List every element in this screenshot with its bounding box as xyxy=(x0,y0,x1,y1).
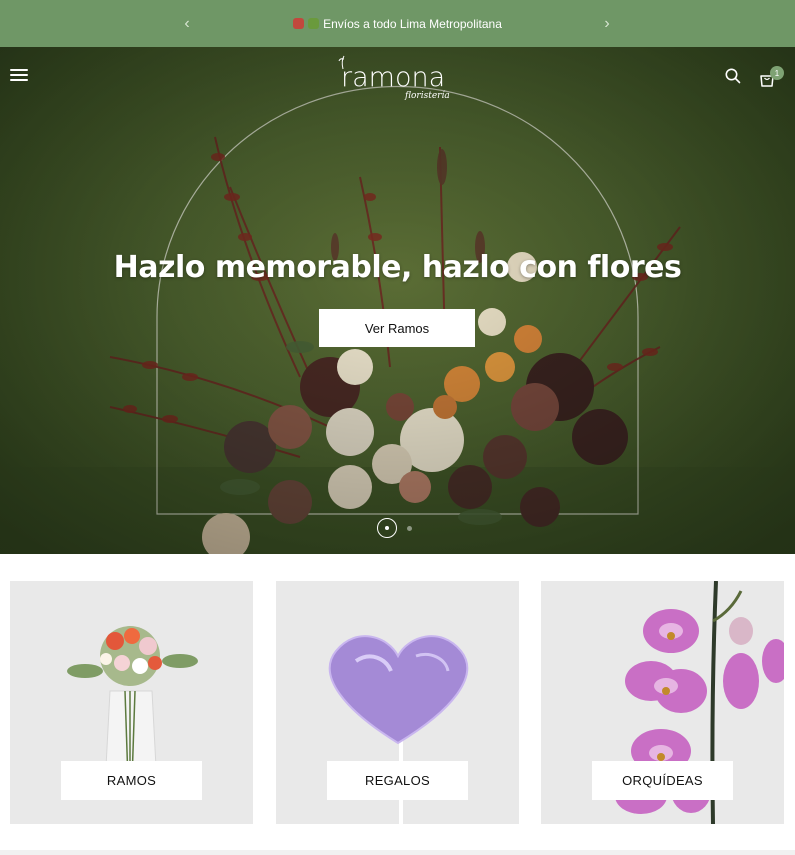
hero-headline: Hazlo memorable, hazlo con flores xyxy=(113,250,682,285)
section-divider xyxy=(0,850,795,855)
category-label: RAMOS xyxy=(61,761,202,800)
search-icon[interactable] xyxy=(724,67,742,85)
cart-button[interactable]: 1 xyxy=(758,66,784,88)
category-card-orquideas[interactable]: ORQUÍDEAS xyxy=(541,581,784,824)
logo-text: ramona xyxy=(341,62,446,93)
announcement-text: Envíos a todo Lima Metropolitana xyxy=(323,16,502,31)
slide-dot-1[interactable] xyxy=(377,518,397,538)
category-label: REGALOS xyxy=(327,761,468,800)
announcement-bar: ‹ Envíos a todo Lima Metropolitana › xyxy=(0,0,795,47)
category-grid: RAMOS REGALOS ORQUÍDEAS xyxy=(0,554,795,855)
category-label: ORQUÍDEAS xyxy=(592,761,733,800)
chevron-right-icon[interactable]: › xyxy=(592,0,622,47)
ver-ramos-button[interactable]: Ver Ramos xyxy=(319,309,475,347)
slider-dots xyxy=(377,518,412,538)
announcement-message: Envíos a todo Lima Metropolitana xyxy=(293,17,502,31)
slide-dot-2[interactable] xyxy=(407,525,412,531)
category-card-ramos[interactable]: RAMOS xyxy=(10,581,253,824)
logo-subtext: floristería xyxy=(405,91,450,101)
category-card-regalos[interactable]: REGALOS xyxy=(276,581,519,824)
flower-emoji-icon xyxy=(293,18,305,29)
menu-icon[interactable] xyxy=(10,67,28,83)
logo[interactable]: ramona floristería xyxy=(333,55,463,105)
hero-banner: ramona floristería 1 Hazlo memorable, ha… xyxy=(0,47,795,554)
hero-flower-arrangement-image xyxy=(0,47,795,554)
plant-emoji-icon xyxy=(308,18,320,29)
chevron-left-icon[interactable]: ‹ xyxy=(172,0,202,47)
cart-count-badge: 1 xyxy=(770,66,784,80)
